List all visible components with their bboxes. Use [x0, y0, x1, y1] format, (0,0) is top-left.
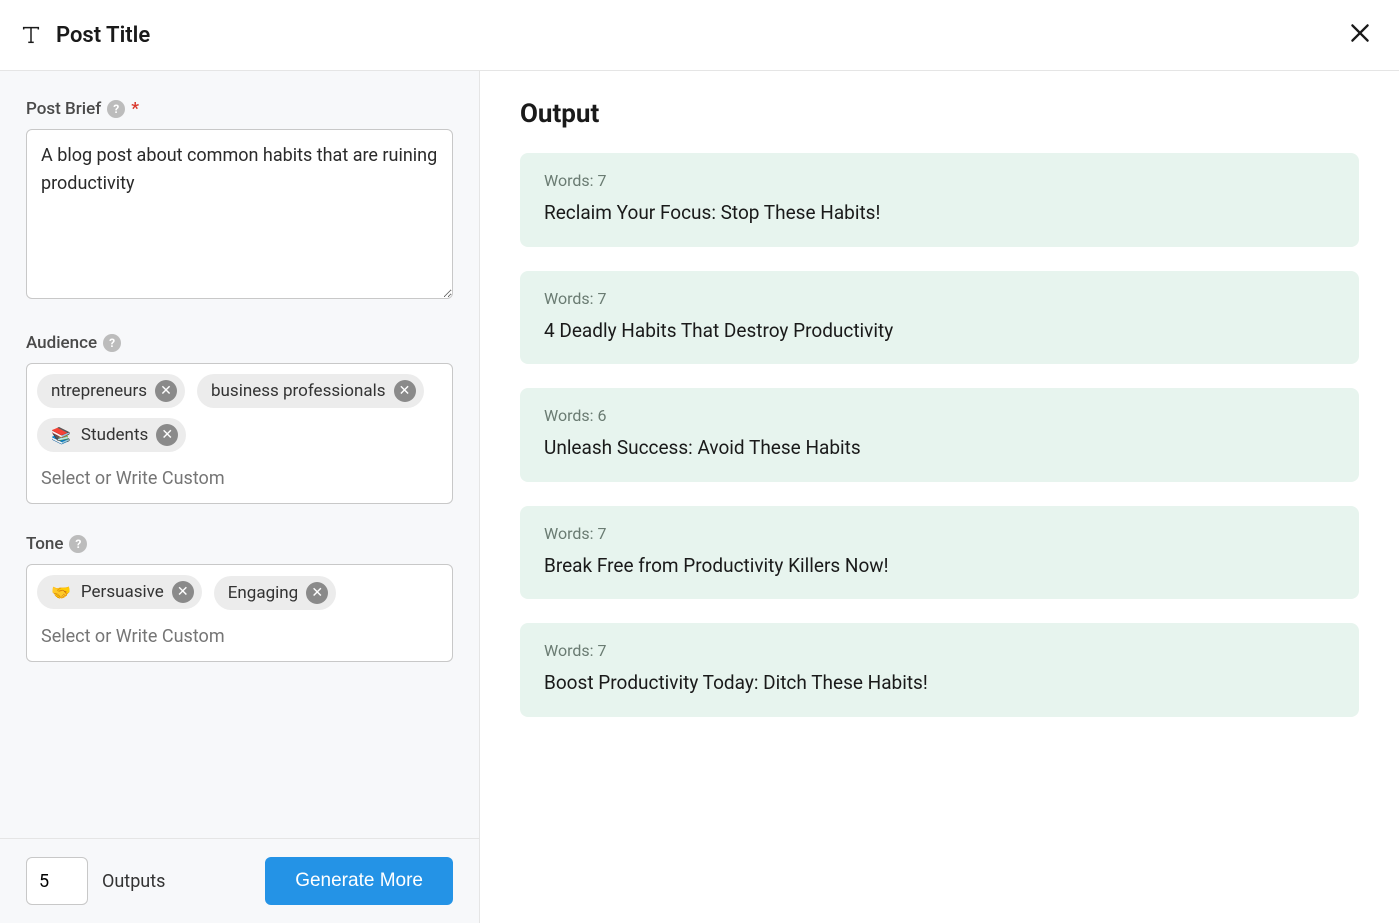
output-panel: Output Words: 7 Reclaim Your Focus: Stop … [480, 71, 1399, 923]
result-word-count: Words: 7 [544, 641, 1335, 660]
result-word-count: Words: 6 [544, 406, 1335, 425]
page-title: Post Title [56, 23, 150, 48]
required-indicator: * [131, 99, 139, 119]
result-card[interactable]: Words: 7 4 Deadly Habits That Destroy Pro… [520, 271, 1359, 365]
audience-label: Audience [26, 333, 97, 353]
audience-tag[interactable]: 📚 Students ✕ [37, 418, 186, 452]
generate-button[interactable]: Generate More [265, 857, 453, 905]
tag-remove-icon[interactable]: ✕ [306, 582, 328, 604]
result-word-count: Words: 7 [544, 171, 1335, 190]
title-type-icon [20, 24, 42, 46]
result-text: Unleash Success: Avoid These Habits [544, 435, 1335, 462]
tag-label: Engaging [228, 583, 298, 603]
tag-label: business professionals [211, 381, 385, 401]
post-brief-section: Post Brief ? * [26, 99, 453, 303]
output-title: Output [520, 99, 1359, 129]
audience-tag[interactable]: business professionals ✕ [197, 374, 423, 408]
result-text: Break Free from Productivity Killers Now… [544, 553, 1335, 580]
help-icon[interactable]: ? [107, 100, 125, 118]
tag-emoji-icon: 📚 [51, 426, 71, 445]
tone-label: Tone [26, 534, 63, 554]
tone-tag[interactable]: Engaging ✕ [214, 576, 336, 610]
tone-section: Tone ? 🤝 Persuasive ✕ Engaging ✕ [26, 534, 453, 662]
outputs-label: Outputs [102, 871, 165, 892]
outputs-count-input[interactable] [26, 857, 88, 905]
tag-emoji-icon: 🤝 [51, 583, 71, 602]
tag-remove-icon[interactable]: ✕ [172, 581, 194, 603]
audience-section: Audience ? ntrepreneurs ✕ business profes… [26, 333, 453, 504]
audience-custom-input[interactable] [37, 462, 442, 499]
tag-remove-icon[interactable]: ✕ [155, 380, 177, 402]
tone-custom-input[interactable] [37, 620, 442, 657]
audience-tagbox[interactable]: ntrepreneurs ✕ business professionals ✕ 📚 S… [26, 363, 453, 504]
audience-tag[interactable]: ntrepreneurs ✕ [37, 374, 185, 408]
form-panel: Post Brief ? * Audience ? ntrepreneurs ✕ … [0, 71, 480, 923]
results-list: Words: 7 Reclaim Your Focus: Stop These H… [520, 153, 1359, 717]
tag-remove-icon[interactable]: ✕ [156, 424, 178, 446]
result-text: Boost Productivity Today: Ditch These Ha… [544, 670, 1335, 697]
result-text: 4 Deadly Habits That Destroy Productivit… [544, 318, 1335, 345]
tone-tag[interactable]: 🤝 Persuasive ✕ [37, 575, 202, 609]
result-word-count: Words: 7 [544, 289, 1335, 308]
tag-label: Students [81, 425, 148, 445]
post-brief-input[interactable] [26, 129, 453, 299]
bottom-bar: Outputs Generate More [0, 838, 479, 923]
help-icon[interactable]: ? [103, 334, 121, 352]
result-card[interactable]: Words: 7 Boost Productivity Today: Ditch … [520, 623, 1359, 717]
tag-remove-icon[interactable]: ✕ [394, 380, 416, 402]
tone-tagbox[interactable]: 🤝 Persuasive ✕ Engaging ✕ [26, 564, 453, 662]
form-scroll-area[interactable]: Post Brief ? * Audience ? ntrepreneurs ✕ … [0, 71, 479, 838]
post-brief-label: Post Brief [26, 99, 101, 119]
result-card[interactable]: Words: 7 Reclaim Your Focus: Stop These H… [520, 153, 1359, 247]
result-card[interactable]: Words: 7 Break Free from Productivity Kil… [520, 506, 1359, 600]
header: Post Title [0, 0, 1399, 71]
close-button[interactable] [1343, 16, 1377, 54]
result-text: Reclaim Your Focus: Stop These Habits! [544, 200, 1335, 227]
result-card[interactable]: Words: 6 Unleash Success: Avoid These Hab… [520, 388, 1359, 482]
tag-label: ntrepreneurs [51, 381, 147, 401]
tag-label: Persuasive [81, 582, 164, 602]
help-icon[interactable]: ? [69, 535, 87, 553]
result-word-count: Words: 7 [544, 524, 1335, 543]
